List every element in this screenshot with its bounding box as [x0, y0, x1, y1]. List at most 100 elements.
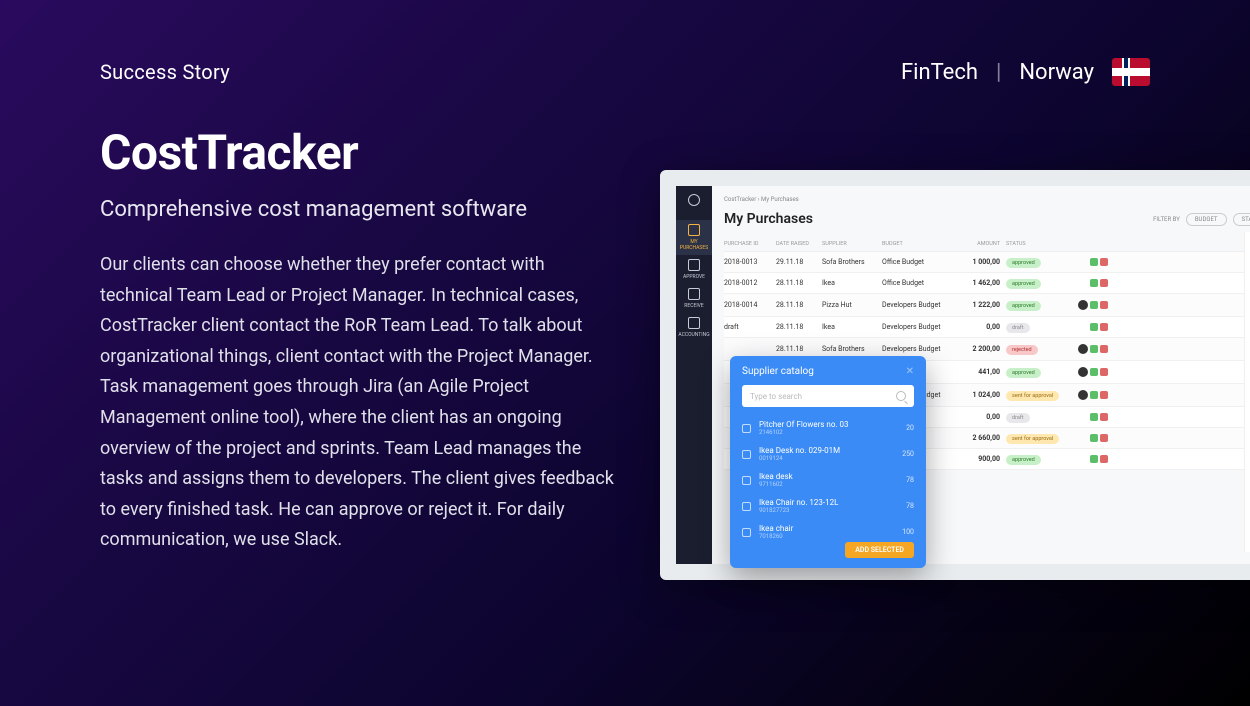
table-row[interactable]: draft28.11.18IkeaDevelopers Budget0,00dr…	[724, 317, 1250, 338]
catalog-title: Supplier catalog	[742, 366, 814, 377]
action-icon[interactable]	[1100, 345, 1108, 353]
cell-supplier: Ikea	[822, 323, 882, 331]
status-badge: approved	[1006, 368, 1041, 378]
catalog-item[interactable]: Ikea Chair no. 123-12L90182772378	[742, 493, 914, 519]
action-icon[interactable]	[1100, 434, 1108, 442]
cell-date: 29.11.18	[776, 258, 822, 266]
breadcrumb: CostTracker › My Purchases	[724, 196, 1250, 203]
action-icon[interactable]	[1090, 391, 1098, 399]
action-icon[interactable]	[1090, 345, 1098, 353]
country-tag: Norway	[1019, 60, 1094, 85]
cell-amount: 2 200,00	[958, 345, 1006, 353]
catalog-item-sku: 901827723	[759, 507, 898, 514]
col-status: STATUS	[1006, 241, 1066, 247]
action-icon[interactable]	[1100, 391, 1108, 399]
action-icon[interactable]	[1100, 258, 1108, 266]
catalog-item[interactable]: Ikea desk971160278	[742, 467, 914, 493]
catalog-item-count: 20	[906, 424, 914, 432]
tag-divider: |	[996, 60, 1001, 85]
catalog-item-name: Ikea chair	[759, 524, 793, 533]
add-selected-button[interactable]: ADD SELECTED	[845, 542, 914, 558]
cell-budget: Office Budget	[882, 279, 958, 287]
sidebar-item-icon	[688, 224, 700, 236]
filter-status[interactable]: STATUS	[1233, 213, 1250, 226]
catalog-item[interactable]: Pitcher Of Flowers no. 03214610220	[742, 415, 914, 441]
cell-amount: 1 222,00	[958, 301, 1006, 309]
meta-tags: FinTech | Norway	[901, 58, 1150, 86]
sidebar-item-label: ACCOUNTING	[678, 332, 709, 338]
cell-date: 28.11.18	[776, 279, 822, 287]
action-icon[interactable]	[1100, 301, 1108, 309]
status-badge: draft	[1006, 323, 1030, 333]
catalog-item[interactable]: Ikea Desk no. 029-01M0019124250	[742, 441, 914, 467]
action-icon[interactable]	[1090, 413, 1098, 421]
avatar	[1078, 300, 1088, 310]
status-badge: approved	[1006, 455, 1041, 465]
catalog-search-input[interactable]: Type to search	[742, 385, 914, 407]
table-header-row: PURCHASE ID DATE RAISED SUPPLIER BUDGET …	[724, 237, 1250, 252]
col-amount: AMOUNT	[958, 241, 1006, 247]
action-icon[interactable]	[1090, 368, 1098, 376]
avatar	[1078, 344, 1088, 354]
action-icon[interactable]	[1090, 455, 1098, 463]
catalog-item-sku: 0019124	[759, 455, 894, 462]
supplier-catalog-modal: Supplier catalog ✕ Type to search Pitche…	[730, 356, 926, 568]
checkbox-icon[interactable]	[742, 424, 751, 433]
cell-supplier: Sofa Brothers	[822, 258, 882, 266]
table-row[interactable]: 2018-001428.11.18Pizza HutDevelopers Bud…	[724, 294, 1250, 317]
checkbox-icon[interactable]	[742, 450, 751, 459]
cell-amount: 1 024,00	[958, 391, 1006, 399]
catalog-item-count: 250	[902, 450, 914, 458]
table-row[interactable]: 2018-001329.11.18Sofa BrothersOffice Bud…	[724, 252, 1250, 273]
cell-id: 2018-0014	[724, 301, 776, 309]
catalog-item-sku: 2146102	[759, 429, 898, 436]
cell-amount: 0,00	[958, 413, 1006, 421]
cell-amount: 1 462,00	[958, 279, 1006, 287]
page-subtitle: Comprehensive cost management software	[100, 197, 620, 222]
sidebar-item-icon	[688, 288, 700, 300]
checkbox-icon[interactable]	[742, 502, 751, 511]
app-section-title: My Purchases	[724, 211, 813, 227]
cell-date: 28.11.18	[776, 345, 822, 353]
search-icon	[896, 391, 906, 401]
filter-by-label: FILTER BY	[1153, 216, 1180, 223]
action-icon[interactable]	[1090, 258, 1098, 266]
cell-amount: 2 660,00	[958, 434, 1006, 442]
action-icon[interactable]	[1090, 434, 1098, 442]
sidebar-item[interactable]: APPROVE	[676, 255, 712, 284]
app-logo-icon	[688, 194, 700, 206]
sidebar-item[interactable]: ACCOUNTING	[676, 313, 712, 342]
catalog-item-count: 78	[906, 476, 914, 484]
status-badge: approved	[1006, 301, 1041, 311]
action-icon[interactable]	[1100, 323, 1108, 331]
sidebar-item-icon	[688, 317, 700, 329]
body-paragraph-1: Our clients can choose whether they pref…	[100, 254, 593, 367]
cell-amount: 441,00	[958, 368, 1006, 376]
action-icon[interactable]	[1090, 323, 1098, 331]
action-icon[interactable]	[1100, 279, 1108, 287]
action-icon[interactable]	[1100, 368, 1108, 376]
action-icon[interactable]	[1100, 455, 1108, 463]
close-icon[interactable]: ✕	[906, 366, 914, 377]
sidebar-item-icon	[688, 259, 700, 271]
checkbox-icon[interactable]	[742, 476, 751, 485]
cell-budget: Developers Budget	[882, 345, 958, 353]
sidebar-item[interactable]: RECEIVE	[676, 284, 712, 313]
filter-budget[interactable]: BUDGET	[1186, 213, 1227, 226]
action-icon[interactable]	[1090, 279, 1098, 287]
page-title: CostTracker	[100, 124, 620, 181]
action-icon[interactable]	[1090, 301, 1098, 309]
col-budget: BUDGET	[882, 241, 958, 247]
sidebar-item[interactable]: MY PURCHASES	[676, 220, 712, 255]
col-purchase-id: PURCHASE ID	[724, 241, 776, 247]
status-badge: draft	[1006, 413, 1030, 423]
action-icon[interactable]	[1100, 413, 1108, 421]
catalog-item-count: 78	[906, 502, 914, 510]
catalog-item-sku: 7018260	[759, 533, 894, 540]
table-row[interactable]: 2018-001228.11.18IkeaOffice Budget1 462,…	[724, 273, 1250, 294]
checkbox-icon[interactable]	[742, 528, 751, 537]
eyebrow-label: Success Story	[100, 60, 620, 84]
cell-supplier: Ikea	[822, 279, 882, 287]
sidebar-item-label: APPROVE	[683, 274, 705, 280]
cell-date: 28.11.18	[776, 323, 822, 331]
